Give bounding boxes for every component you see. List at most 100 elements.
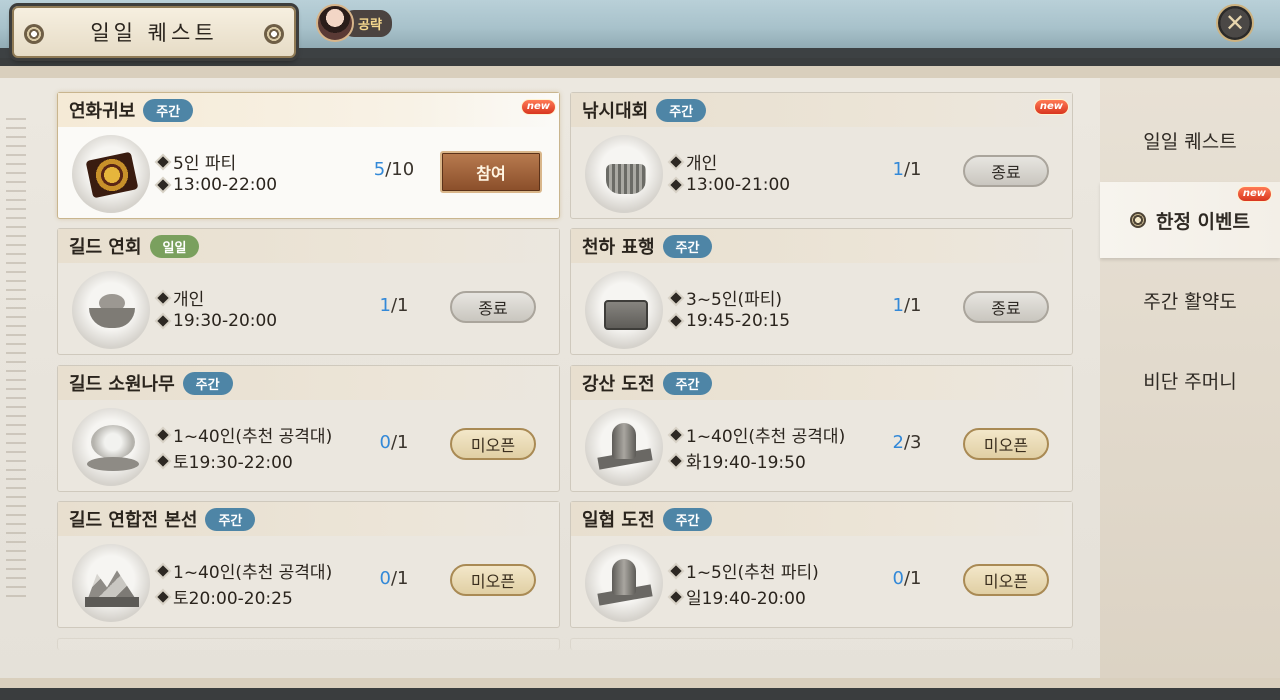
knot-ornament-icon — [24, 24, 44, 44]
progress-total: /1 — [390, 432, 409, 453]
quest-title: 강산 도전 — [582, 374, 655, 395]
progress-current: 0 — [892, 568, 904, 589]
diamond-bullet-icon — [157, 179, 169, 191]
quest-title: 일협 도전 — [582, 510, 655, 531]
progress-current: 1 — [892, 159, 904, 180]
selected-bullet-icon — [1129, 212, 1146, 228]
progress-total: /1 — [903, 568, 922, 589]
sidebar-item-label: 비단 주머니 — [1143, 370, 1237, 393]
time-range-text: 13:00-22:00 — [173, 175, 278, 195]
title-plate: 일일 퀘스트 — [12, 6, 296, 58]
sidebar: 일일 퀘스트 한정 이벤트 new 주간 활약도 비단 주머니 — [1100, 78, 1280, 678]
quest-card[interactable]: 천하 표행 주간 3~5인(파티) 19:45-20:15 1/1 종료 — [570, 228, 1073, 355]
progress-count: 5/10 — [364, 159, 424, 180]
not-open-button[interactable]: 미오픈 — [450, 428, 536, 460]
new-badge: new — [1236, 186, 1272, 202]
sidebar-item-label: 주간 활약도 — [1143, 290, 1237, 313]
new-badge: new — [1033, 99, 1069, 115]
time-range-text: 토20:00-20:25 — [173, 589, 293, 609]
join-button[interactable]: 참여 — [440, 151, 542, 193]
progress-total: /10 — [385, 159, 415, 180]
time-range-text: 일19:40-20:00 — [686, 589, 806, 609]
party-size: 1~5인(추천 파티) — [670, 558, 819, 583]
party-size: 개인 — [157, 285, 205, 310]
time-range-text: 화19:40-19:50 — [686, 453, 806, 473]
avatar — [316, 4, 354, 42]
party-size: 3~5인(파티) — [670, 285, 783, 310]
progress-current: 0 — [379, 432, 391, 453]
party-size-text: 1~40인(추천 공격대) — [686, 427, 846, 447]
ended-button[interactable]: 종료 — [450, 291, 536, 323]
close-button[interactable]: ✕ — [1216, 4, 1254, 42]
progress-count: 1/1 — [877, 295, 937, 316]
ended-button[interactable]: 종료 — [963, 291, 1049, 323]
quest-card[interactable]: 강산 도전 주간 1~40인(추천 공격대) 화19:40-19:50 2/3 … — [570, 365, 1073, 492]
progress-count: 2/3 — [877, 432, 937, 453]
calligraphy-decoration — [6, 118, 26, 598]
board-icon — [72, 135, 150, 213]
feast-icon — [72, 271, 150, 349]
time-range: 화19:40-19:50 — [670, 448, 806, 473]
card-header: 강산 도전 주간 — [571, 366, 1072, 400]
weekly-tag: 주간 — [656, 98, 707, 122]
diamond-bullet-icon — [670, 291, 682, 304]
sidebar-item-daily-quest[interactable]: 일일 퀘스트 — [1100, 102, 1280, 178]
party-size-text: 개인 — [173, 290, 205, 310]
quest-card-partial — [570, 638, 1073, 650]
sidebar-item-limited-event[interactable]: 한정 이벤트 new — [1100, 182, 1280, 258]
not-open-button[interactable]: 미오픈 — [963, 564, 1049, 596]
time-range: 일19:40-20:00 — [670, 584, 806, 609]
weekly-tag: 주간 — [662, 371, 713, 395]
progress-current: 1 — [892, 295, 904, 316]
quest-card[interactable]: 일협 도전 주간 1~5인(추천 파티) 일19:40-20:00 0/1 미오… — [570, 501, 1073, 628]
guide-button[interactable]: 공략 — [316, 4, 402, 42]
diamond-bullet-icon — [670, 155, 682, 168]
time-range-text: 19:45-20:15 — [686, 311, 791, 331]
card-header: 길드 연합전 본선 주간 — [58, 502, 559, 536]
party-size-text: 1~40인(추천 공격대) — [173, 427, 333, 447]
tree-icon — [72, 408, 150, 486]
time-range: 13:00-22:00 — [157, 175, 278, 195]
party-size-text: 1~40인(추천 공격대) — [173, 563, 333, 583]
diamond-bullet-icon — [670, 454, 682, 467]
not-open-button[interactable]: 미오픈 — [963, 428, 1049, 460]
quest-card[interactable]: 길드 소원나무 주간 1~40인(추천 공격대) 토19:30-22:00 0/… — [57, 365, 560, 492]
progress-count: 0/1 — [364, 568, 424, 589]
progress-total: /1 — [390, 295, 409, 316]
time-range: 토20:00-20:25 — [157, 584, 293, 609]
helmet-icon — [585, 408, 663, 486]
quest-card[interactable]: 길드 연회 일일 개인 19:30-20:00 1/1 종료 — [57, 228, 560, 355]
progress-count: 0/1 — [877, 568, 937, 589]
weekly-tag: 주간 — [182, 371, 233, 395]
diamond-bullet-icon — [157, 155, 169, 168]
progress-current: 5 — [373, 159, 386, 180]
diamond-bullet-icon — [157, 564, 169, 577]
diamond-bullet-icon — [670, 590, 682, 603]
party-size: 1~40인(추천 공격대) — [670, 422, 846, 447]
diamond-bullet-icon — [157, 590, 169, 603]
sidebar-item-silk-pouch[interactable]: 비단 주머니 — [1100, 342, 1280, 418]
quest-title: 길드 소원나무 — [69, 374, 175, 395]
quest-card[interactable]: 낚시대회 주간 new 개인 13:00-21:00 1/1 종료 — [570, 92, 1073, 219]
party-size: 5인 파티 — [157, 149, 236, 174]
fish-basket-icon — [585, 135, 663, 213]
weekly-tag: 주간 — [205, 507, 256, 531]
sidebar-item-weekly-activity[interactable]: 주간 활약도 — [1100, 262, 1280, 338]
time-range-text: 토19:30-22:00 — [173, 453, 293, 473]
card-header: 길드 연회 일일 — [58, 229, 559, 263]
progress-count: 1/1 — [364, 295, 424, 316]
quest-title: 길드 연합전 본선 — [69, 510, 198, 531]
ended-button[interactable]: 종료 — [963, 155, 1049, 187]
quest-card[interactable]: 연화귀보 주간 new 5인 파티 13:00-22:00 5/10 참여 — [57, 92, 560, 219]
party-size: 개인 — [670, 149, 717, 174]
party-size: 1~40인(추천 공격대) — [157, 422, 333, 447]
quest-title: 낚시대회 — [582, 101, 649, 122]
not-open-button[interactable]: 미오픈 — [450, 564, 536, 596]
mountain-icon — [72, 544, 150, 622]
card-header: 일협 도전 주간 — [571, 502, 1072, 536]
quest-card[interactable]: 길드 연합전 본선 주간 1~40인(추천 공격대) 토20:00-20:25 … — [57, 501, 560, 628]
quest-title: 연화귀보 — [69, 101, 136, 122]
party-size-text: 3~5인(파티) — [686, 290, 783, 310]
daily-tag: 일일 — [149, 234, 200, 258]
time-range: 19:45-20:15 — [670, 311, 791, 331]
